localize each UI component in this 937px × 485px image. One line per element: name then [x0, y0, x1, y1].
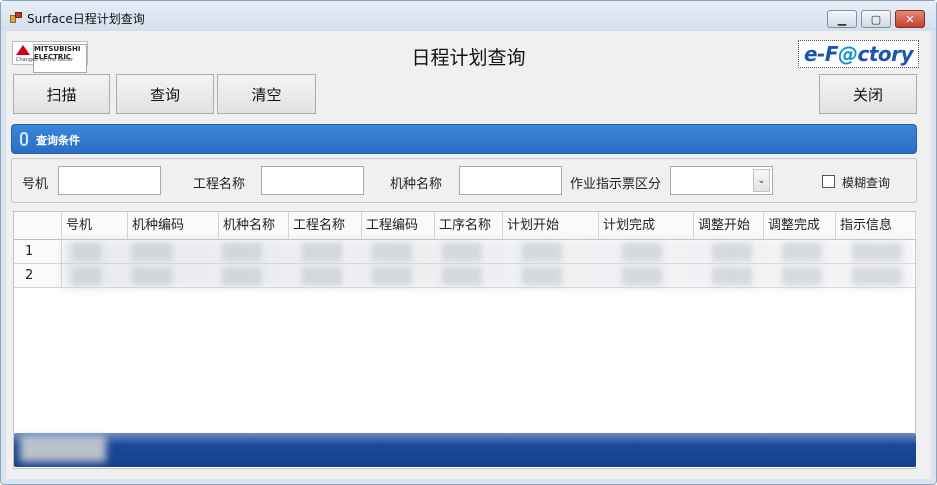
- status-highlight: [14, 433, 916, 445]
- efactory-logo: e-F@ctory: [798, 40, 919, 68]
- redaction-overlay: [62, 239, 915, 289]
- column-header-machine-no[interactable]: 号机: [62, 212, 128, 240]
- project-name-input[interactable]: [261, 166, 364, 195]
- maximize-button[interactable]: ▢: [861, 10, 891, 28]
- client-area: MITSUBISHI ELECTRIC Changes for the Bett…: [6, 31, 931, 479]
- title-bar[interactable]: Surface日程计划查询 ▁ ▢ ✕: [1, 1, 936, 31]
- column-header-project-code[interactable]: 工程编码: [362, 212, 435, 240]
- instruction-type-select[interactable]: ⌄: [670, 166, 773, 195]
- column-header-plan-finish[interactable]: 计划完成: [599, 212, 694, 240]
- column-header-instruction-info[interactable]: 指示信息: [836, 212, 916, 240]
- column-header-plan-start[interactable]: 计划开始: [503, 212, 599, 240]
- scan-button[interactable]: 扫描: [13, 74, 110, 114]
- main-window: Surface日程计划查询 ▁ ▢ ✕ MITSUBISHI ELECTRIC …: [0, 0, 937, 485]
- column-header-adjust-finish[interactable]: 调整完成: [764, 212, 836, 240]
- row-header[interactable]: 1: [14, 240, 62, 264]
- paperclip-icon: [20, 132, 28, 146]
- window-close-button[interactable]: ✕: [895, 10, 925, 28]
- app-icon: [10, 12, 22, 24]
- window-title: Surface日程计划查询: [27, 12, 145, 26]
- query-button[interactable]: 查询: [116, 74, 214, 114]
- model-name-input[interactable]: [459, 166, 562, 195]
- column-header-process-name[interactable]: 工序名称: [435, 212, 503, 240]
- minimize-button[interactable]: ▁: [827, 10, 857, 28]
- criteria-group-header[interactable]: 查询条件: [11, 124, 917, 154]
- column-header-model-name[interactable]: 机种名称: [219, 212, 289, 240]
- column-header-model-code[interactable]: 机种编码: [128, 212, 219, 240]
- machine-no-label: 号机: [22, 177, 49, 192]
- maximize-icon: ▢: [870, 12, 882, 26]
- criteria-panel: 号机 工程名称 机种名称 作业指示票区分 ⌄ 模糊查询: [11, 158, 917, 203]
- close-button[interactable]: 关闭: [819, 74, 917, 114]
- project-name-label: 工程名称: [193, 177, 246, 192]
- row-header[interactable]: 2: [14, 264, 62, 288]
- schedule-grid[interactable]: 号机 机种编码 机种名称 工程名称 工程编码 工序名称 计划开始 计划完成 调整…: [13, 211, 916, 469]
- fuzzy-query-label[interactable]: 模糊查询: [842, 174, 890, 191]
- instruction-type-label: 作业指示票区分: [570, 177, 662, 192]
- machine-no-input[interactable]: [58, 166, 161, 195]
- fuzzy-query-checkbox[interactable]: [822, 175, 835, 188]
- model-name-label: 机种名称: [390, 177, 443, 192]
- minimize-icon: ▁: [837, 12, 847, 26]
- column-header-adjust-start[interactable]: 调整开始: [694, 212, 764, 240]
- clear-button[interactable]: 清空: [217, 74, 316, 114]
- close-icon: ✕: [905, 12, 915, 26]
- criteria-group-label: 查询条件: [36, 134, 80, 147]
- status-bar: [14, 433, 916, 467]
- column-header-project-name[interactable]: 工程名称: [289, 212, 362, 240]
- grid-corner-header[interactable]: [14, 212, 62, 240]
- chevron-down-icon[interactable]: ⌄: [753, 169, 770, 192]
- page-title: 日程计划查询: [411, 47, 526, 69]
